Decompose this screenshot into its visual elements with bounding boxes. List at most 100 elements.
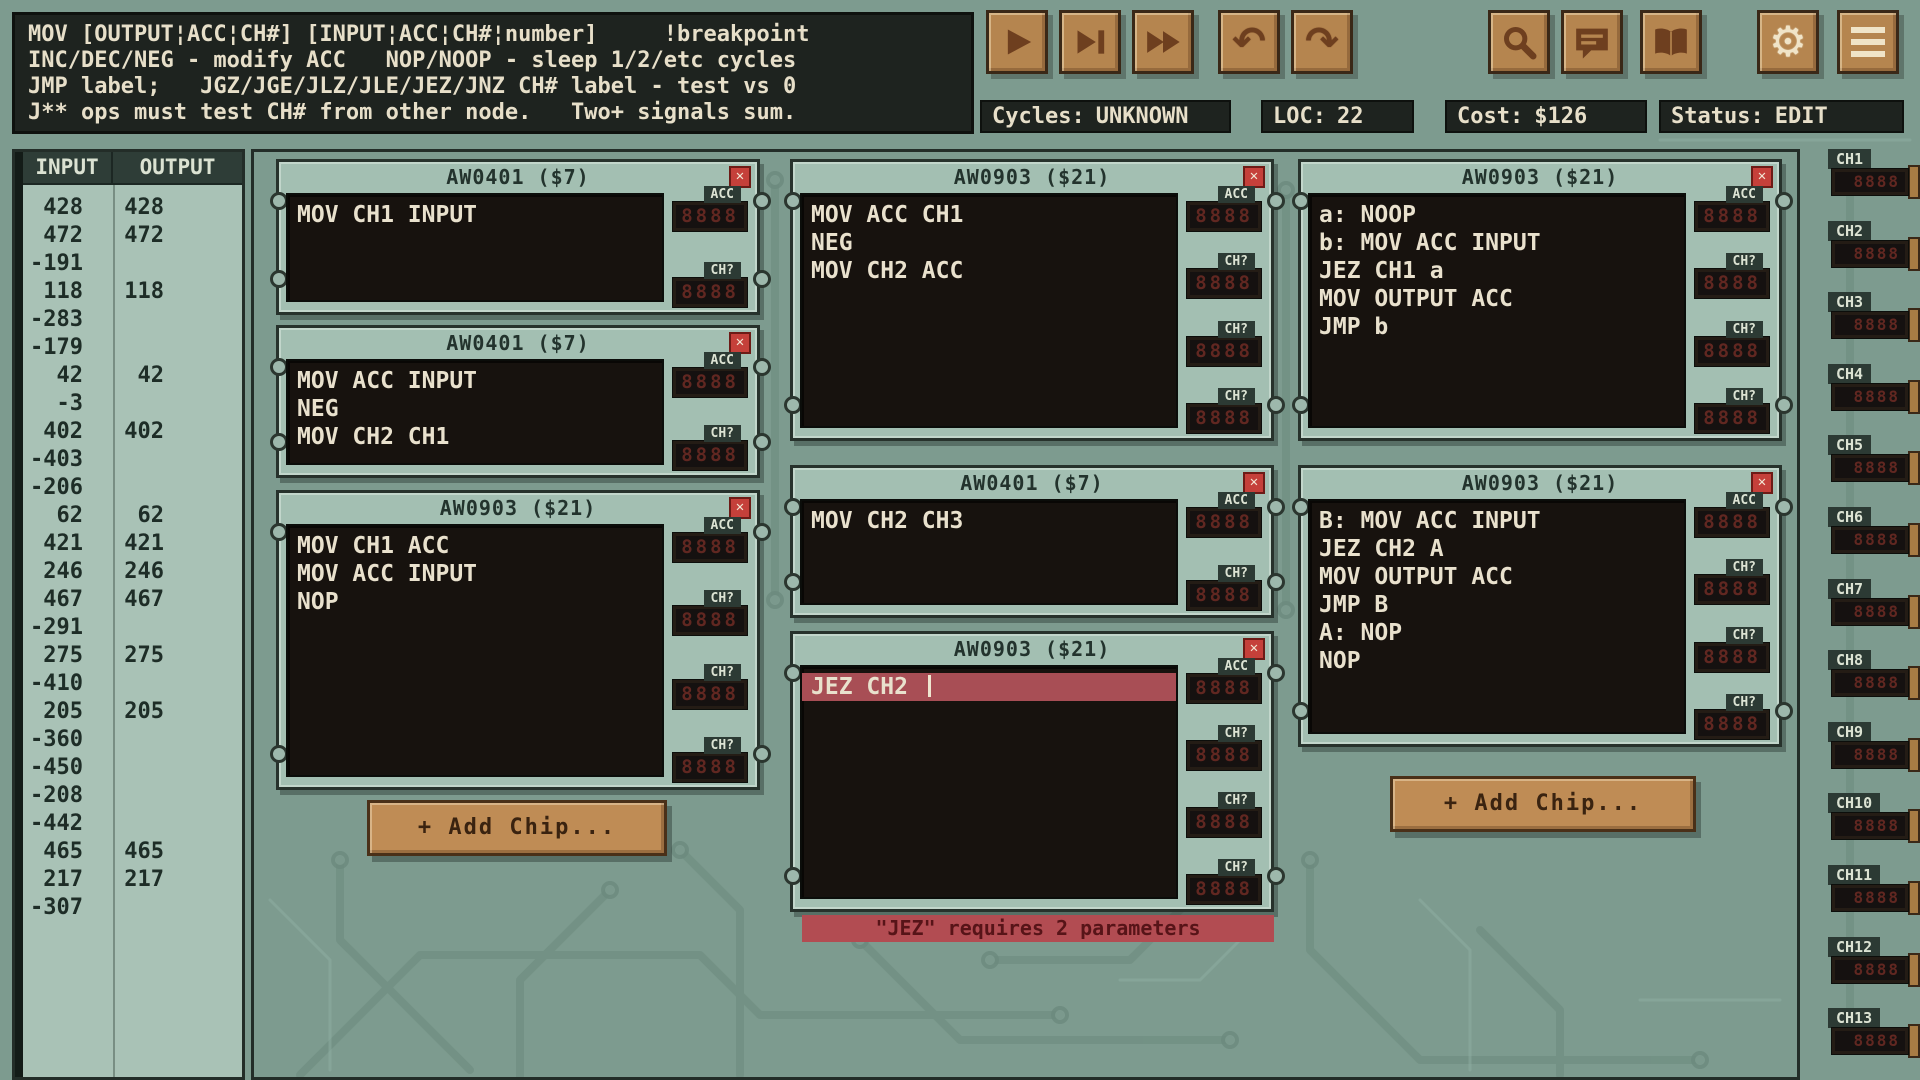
io-input-value: 421 (23, 530, 83, 558)
chip: AW0401 ($7)✕MOV ACC INPUTNEGMOV CH2 CH1A… (276, 325, 760, 478)
io-output-value (108, 250, 164, 278)
code-line: MOV CH1 ACC (297, 532, 653, 560)
io-output-value: 205 (108, 698, 164, 726)
display-label: CH? (704, 737, 741, 754)
seven-segment-display: 8888 (1187, 581, 1261, 610)
io-row: -206 (23, 474, 242, 502)
chip-title[interactable]: AW0903 ($21) (1301, 470, 1779, 496)
code-line: JMP B (1319, 591, 1675, 619)
code-line: MOV CH2 ACC (811, 257, 1167, 285)
cost-value: $126 (1534, 102, 1587, 131)
channel-label: CH3 (1828, 292, 1871, 312)
chip-code-editor[interactable]: MOV CH2 CH3 (800, 499, 1178, 605)
chip-close-button[interactable]: ✕ (1243, 166, 1265, 188)
fast-forward-button[interactable] (1132, 10, 1194, 74)
cost-status: Cost:$126 (1445, 100, 1647, 133)
chip: AW0903 ($21)✕ a: NOOPb: MOV ACC INPUTJEZ … (1298, 159, 1782, 441)
chip-code-editor[interactable]: JEZ CH2 (800, 665, 1178, 899)
undo-button[interactable]: ↶ (1218, 10, 1280, 74)
chip-title[interactable]: AW0401 ($7) (279, 330, 757, 356)
seven-segment-display: 8888 (1695, 269, 1769, 298)
io-row: -360 (23, 726, 242, 754)
redo-button[interactable]: ↷ (1291, 10, 1353, 74)
chip-title[interactable]: AW0401 ($7) (793, 470, 1271, 496)
io-output-value: 402 (108, 418, 164, 446)
io-row: 4242 (23, 362, 242, 390)
connector-knob (1267, 664, 1285, 682)
io-output-value (108, 894, 164, 922)
connector-knob (753, 270, 771, 288)
seven-segment-display: 8888 (673, 680, 747, 709)
code-line: MOV OUTPUT ACC (1319, 285, 1675, 313)
channel-bracket (1908, 666, 1920, 700)
io-row: 217217 (23, 866, 242, 894)
play-icon (997, 22, 1037, 62)
chip-title[interactable]: AW0903 ($21) (793, 164, 1271, 190)
add-chip-button-left[interactable]: + Add Chip... (367, 800, 667, 856)
io-output-value: 275 (108, 642, 164, 670)
io-input-value: -179 (23, 334, 83, 362)
io-output-value: 472 (108, 222, 164, 250)
chip-code-editor[interactable]: MOV CH1 INPUT (286, 193, 664, 302)
display-label: ACC (1218, 492, 1255, 509)
settings-button[interactable]: ⚙ (1757, 10, 1819, 74)
io-scrollbar[interactable] (15, 152, 23, 1077)
io-input-value: 42 (23, 362, 83, 390)
chip-title[interactable]: AW0401 ($7) (279, 164, 757, 190)
search-icon (1499, 22, 1539, 62)
io-output-value: 246 (108, 558, 164, 586)
code-line: MOV CH1 INPUT (297, 201, 653, 229)
seven-segment-display: 8888 (1832, 957, 1908, 983)
step-button[interactable] (1059, 10, 1121, 74)
manual-button[interactable] (1640, 10, 1702, 74)
display-label: ACC (1726, 492, 1763, 509)
cycles-label: Cycles: (992, 102, 1085, 131)
chip-code-editor[interactable]: B: MOV ACC INPUTJEZ CH2 AMOV OUTPUT ACCJ… (1308, 499, 1686, 734)
seven-segment-display: 8888 (1187, 508, 1261, 537)
chip-close-button[interactable]: ✕ (1243, 638, 1265, 660)
loc-label: LOC: (1273, 102, 1326, 131)
display-label: CH? (1218, 565, 1255, 582)
display-label: CH? (704, 425, 741, 442)
seven-segment-display: 8888 (1832, 813, 1908, 839)
chip-close-button[interactable]: ✕ (729, 166, 751, 188)
chip-close-button[interactable]: ✕ (1751, 166, 1773, 188)
search-button[interactable] (1488, 10, 1550, 74)
chip-code-editor[interactable]: MOV ACC INPUTNEGMOV CH2 CH1 (286, 359, 664, 465)
add-chip-button-right[interactable]: + Add Chip... (1390, 776, 1696, 832)
chip-code-editor[interactable]: a: NOOPb: MOV ACC INPUTJEZ CH1 aMOV OUTP… (1308, 193, 1686, 428)
seven-segment-display: 8888 (673, 368, 747, 397)
chip-close-button[interactable]: ✕ (729, 332, 751, 354)
chip-close-button[interactable]: ✕ (1243, 472, 1265, 494)
seven-segment-display: 8888 (1832, 241, 1908, 267)
chip-title[interactable]: AW0903 ($21) (793, 636, 1271, 662)
seven-segment-display: 8888 (1187, 741, 1261, 770)
chip-code-editor[interactable]: MOV ACC CH1NEGMOV CH2 ACC (800, 193, 1178, 428)
reference-line: MOV [OUTPUT¦ACC¦CH#] [INPUT¦ACC¦CH#¦numb… (28, 22, 958, 48)
code-text: JEZ CH2 (811, 674, 922, 700)
chip-code-editor[interactable]: MOV CH1 ACCMOV ACC INPUTNOP (286, 524, 664, 777)
channel-label: CH6 (1828, 507, 1871, 527)
code-line: MOV ACC CH1 (811, 201, 1167, 229)
chip-title[interactable]: AW0903 ($21) (279, 495, 757, 521)
io-row: 421421 (23, 530, 242, 558)
io-input-value: -450 (23, 754, 83, 782)
chip-close-button[interactable]: ✕ (729, 497, 751, 519)
chip-close-button[interactable]: ✕ (1751, 472, 1773, 494)
connector-knob (1775, 192, 1793, 210)
io-input-value: 465 (23, 838, 83, 866)
status-label: Status: (1671, 102, 1764, 131)
io-row: 205205 (23, 698, 242, 726)
display-label: ACC (1218, 186, 1255, 203)
seven-segment-display: 8888 (673, 441, 747, 470)
io-row: 402402 (23, 418, 242, 446)
io-header: INPUT OUTPUT (23, 152, 242, 185)
status-value: EDIT (1775, 102, 1828, 131)
io-row: -283 (23, 306, 242, 334)
seven-segment-display: 8888 (1187, 674, 1261, 703)
messages-button[interactable] (1561, 10, 1623, 74)
chip-title[interactable]: AW0903 ($21) (1301, 164, 1779, 190)
play-button[interactable] (986, 10, 1048, 74)
display-label: CH? (704, 664, 741, 681)
io-row: 246246 (23, 558, 242, 586)
